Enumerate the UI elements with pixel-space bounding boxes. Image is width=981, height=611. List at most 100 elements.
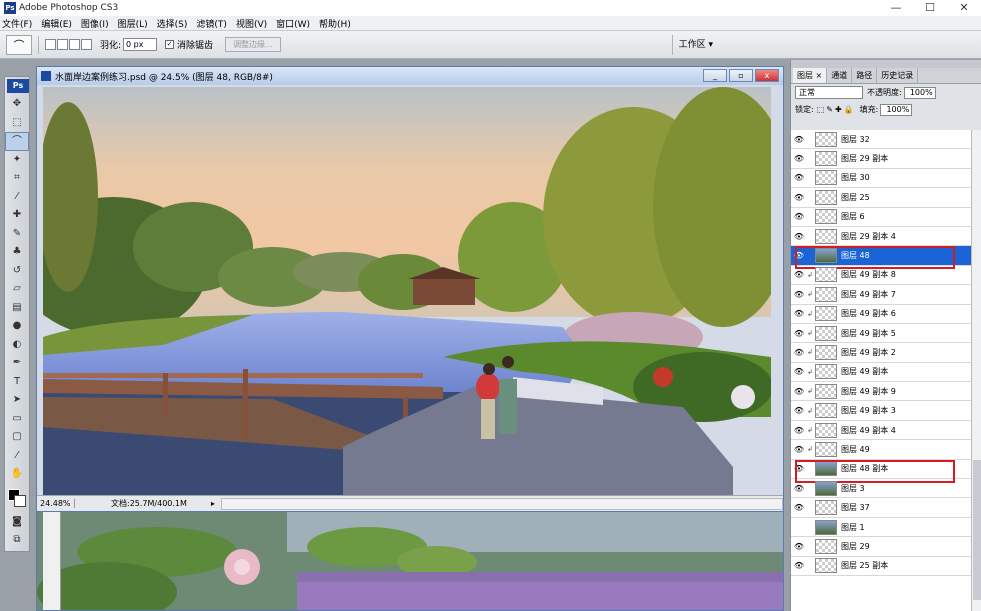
visibility-eye-icon[interactable]: 👁: [791, 193, 807, 202]
panel-grip[interactable]: [791, 60, 981, 68]
gradient-tool-icon[interactable]: ▤: [5, 299, 29, 318]
visibility-eye-icon[interactable]: 👁: [791, 212, 807, 221]
visibility-eye-icon[interactable]: 👁: [791, 348, 807, 357]
minimize-button[interactable]: —: [879, 0, 913, 16]
scrollbar-thumb[interactable]: [973, 460, 981, 600]
document-restore-button[interactable]: ▫: [729, 69, 753, 82]
lasso-tool-icon[interactable]: ⌒: [5, 132, 29, 151]
layer-row[interactable]: 👁 ↲ 图层 49 副本 2: [791, 343, 971, 363]
visibility-eye-icon[interactable]: 👁: [791, 173, 807, 182]
layer-row[interactable]: 👁 ↲ 图层 49 副本: [791, 363, 971, 383]
layer-row[interactable]: 👁 ↲ 图层 49 副本 3: [791, 401, 971, 421]
screen-mode-icon[interactable]: ⧉: [5, 531, 29, 550]
rectangle-tool-icon[interactable]: ▭: [5, 410, 29, 429]
visibility-eye-icon[interactable]: 👁: [791, 484, 807, 493]
close-button[interactable]: ✕: [947, 0, 981, 16]
layer-row[interactable]: 👁 ↲ 图层 49 副本 9: [791, 382, 971, 402]
menu-item[interactable]: 窗口(W): [276, 17, 310, 30]
menu-item[interactable]: 滤镜(T): [196, 17, 227, 30]
layer-row[interactable]: 👁 图层 25: [791, 188, 971, 208]
visibility-eye-icon[interactable]: 👁: [791, 464, 807, 473]
menu-item[interactable]: 编辑(E): [41, 17, 72, 30]
layer-row[interactable]: 👁 图层 6: [791, 208, 971, 227]
menu-item[interactable]: 视图(V): [236, 17, 267, 30]
magic-wand-tool-icon[interactable]: ✦: [5, 151, 29, 170]
move-tool-icon[interactable]: ✥: [5, 95, 29, 114]
layer-row[interactable]: 👁 图层 3: [791, 479, 971, 499]
crop-tool-icon[interactable]: ⌗: [5, 169, 29, 188]
type-tool-icon[interactable]: T: [5, 373, 29, 392]
lasso-tool-preset-icon[interactable]: ⌒: [6, 34, 32, 55]
clone-stamp-tool-icon[interactable]: ♣: [5, 243, 29, 262]
visibility-eye-icon[interactable]: 👁: [791, 406, 807, 415]
canvas-image[interactable]: [43, 87, 771, 495]
hand-tool-icon[interactable]: ✋: [5, 465, 29, 484]
background-color-swatch[interactable]: [14, 495, 26, 507]
eraser-tool-icon[interactable]: ▱: [5, 280, 29, 299]
feather-input[interactable]: 0 px: [123, 38, 158, 51]
menu-item[interactable]: 选择(S): [157, 17, 188, 30]
layer-row[interactable]: 图层 1: [791, 518, 971, 538]
visibility-eye-icon[interactable]: 👁: [791, 251, 807, 260]
visibility-eye-icon[interactable]: 👁: [791, 561, 807, 570]
tab-layers[interactable]: 图层 ×: [793, 68, 828, 83]
visibility-eye-icon[interactable]: 👁: [791, 154, 807, 163]
menu-item[interactable]: 图像(I): [81, 17, 109, 30]
document-minimize-button[interactable]: _: [703, 69, 727, 82]
layer-row[interactable]: 👁 图层 29 副本 4: [791, 227, 971, 247]
history-brush-tool-icon[interactable]: ↺: [5, 262, 29, 281]
layer-row[interactable]: 👁 ↲ 图层 49 副本 6: [791, 305, 971, 324]
notes-tool-icon[interactable]: ▢: [5, 428, 29, 447]
quick-mask-mode-icon[interactable]: ◙: [5, 513, 29, 532]
layers-scrollbar[interactable]: [971, 130, 981, 611]
visibility-eye-icon[interactable]: 👁: [791, 367, 807, 376]
menu-item[interactable]: 文件(F): [2, 17, 32, 30]
subtract-selection-mode-button[interactable]: [69, 39, 80, 50]
visibility-eye-icon[interactable]: 👁: [791, 290, 807, 299]
document-close-button[interactable]: x: [755, 69, 779, 82]
visibility-eye-icon[interactable]: 👁: [791, 426, 807, 435]
layer-row[interactable]: 👁 ↲ 图层 49 副本 7: [791, 285, 971, 305]
visibility-eye-icon[interactable]: 👁: [791, 270, 807, 279]
tab-history[interactable]: 历史记录: [877, 68, 919, 83]
add-selection-mode-button[interactable]: [57, 39, 68, 50]
blend-mode-select[interactable]: 正常: [795, 86, 863, 99]
pen-tool-icon[interactable]: ✒: [5, 354, 29, 373]
fill-input[interactable]: 100%: [880, 103, 913, 116]
layer-row[interactable]: 👁 图层 29: [791, 537, 971, 557]
visibility-eye-icon[interactable]: 👁: [791, 387, 807, 396]
menu-item[interactable]: 图层(L): [118, 17, 148, 30]
tab-channels[interactable]: 通道: [827, 68, 853, 83]
visibility-eye-icon[interactable]: 👁: [791, 542, 807, 551]
layer-row[interactable]: 👁 图层 29 副本: [791, 149, 971, 169]
marquee-tool-icon[interactable]: ⬚: [5, 114, 29, 133]
brush-tool-icon[interactable]: ✎: [5, 225, 29, 244]
menu-item[interactable]: 帮助(H): [319, 17, 351, 30]
maximize-button[interactable]: ☐: [913, 0, 947, 16]
visibility-eye-icon[interactable]: 👁: [791, 329, 807, 338]
visibility-eye-icon[interactable]: 👁: [791, 503, 807, 512]
visibility-eye-icon[interactable]: 👁: [791, 309, 807, 318]
layer-row[interactable]: 👁 图层 37: [791, 498, 971, 518]
layer-row[interactable]: 👁 图层 32: [791, 130, 971, 150]
layer-row[interactable]: 👁 ↲ 图层 49 副本 8: [791, 266, 971, 286]
dodge-tool-icon[interactable]: ◐: [5, 336, 29, 355]
blur-tool-icon[interactable]: ●: [5, 317, 29, 336]
horizontal-scrollbar[interactable]: [220, 497, 783, 510]
lock-icons[interactable]: ⬚✎✚🔒: [817, 105, 856, 114]
tab-paths[interactable]: 路径: [852, 68, 878, 83]
zoom-level[interactable]: 24.48%: [37, 499, 75, 508]
layer-row[interactable]: 👁 图层 48: [791, 246, 971, 270]
eyedropper-tool-icon[interactable]: ⁄: [5, 188, 29, 207]
visibility-eye-icon[interactable]: 👁: [791, 232, 807, 241]
layer-row[interactable]: 👁 图层 30: [791, 169, 971, 189]
workspace-menu-button[interactable]: 工作区 ▾: [679, 37, 713, 50]
opacity-input[interactable]: 100%: [903, 86, 936, 99]
status-menu-arrow-icon[interactable]: ▸: [211, 499, 215, 508]
document-window[interactable]: 水面岸边案例练习.psd @ 24.5% (图层 48, RGB/8#) _ ▫…: [36, 66, 784, 512]
antialias-checkbox[interactable]: ✓: [165, 40, 175, 49]
layer-row[interactable]: 👁 ↲ 图层 49: [791, 440, 971, 460]
refine-edge-button[interactable]: 调整边缘...: [225, 37, 281, 52]
background-document-window[interactable]: [36, 511, 784, 611]
new-selection-mode-button[interactable]: [45, 39, 56, 50]
